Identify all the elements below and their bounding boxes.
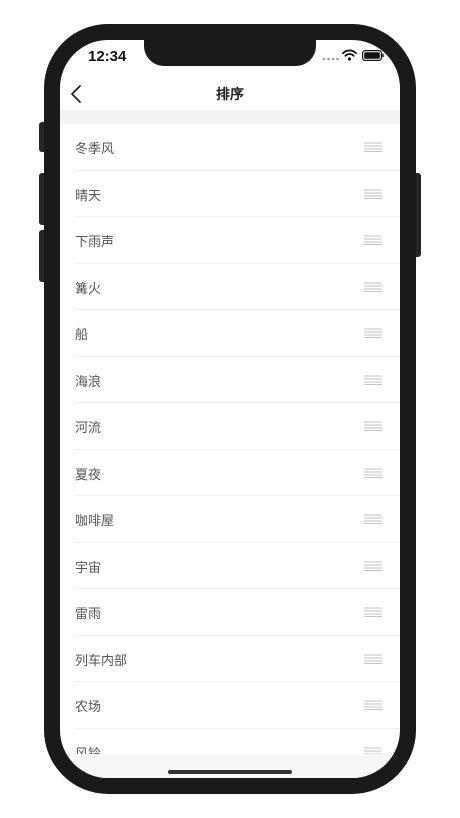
drag-handle-icon[interactable]: [364, 607, 382, 617]
list-item[interactable]: 下雨声: [74, 217, 400, 264]
drag-handle-icon[interactable]: [364, 375, 382, 385]
list-item-label: 风铃: [75, 746, 102, 755]
list-item-label: 海浪: [75, 374, 102, 390]
list-item-label: 下雨声: [75, 235, 115, 250]
drag-handle-icon[interactable]: [364, 142, 382, 152]
drag-handle-icon[interactable]: [364, 328, 382, 338]
page: 12:34 排序 冬季风 晴天 下雨声 篝火 船 海浪 河流 夏夜 咖啡屋 宇宙…: [0, 0, 460, 818]
page-title: 排序: [216, 87, 244, 103]
home-indicator[interactable]: [168, 770, 292, 774]
list-item-label: 农场: [75, 700, 102, 715]
list-item-label: 咖啡屋: [75, 514, 115, 529]
list-item-label: 船: [75, 328, 89, 343]
list-item[interactable]: 农场: [74, 682, 400, 729]
wifi-icon: [342, 49, 357, 61]
notch: [144, 40, 316, 66]
drag-handle-icon[interactable]: [364, 189, 382, 199]
list-item[interactable]: 船: [74, 310, 400, 357]
drag-handle-icon[interactable]: [364, 561, 382, 571]
drag-handle-icon[interactable]: [364, 235, 382, 245]
signal-icon: [322, 57, 339, 61]
list-item[interactable]: 海浪: [74, 357, 400, 403]
drag-handle-icon[interactable]: [364, 654, 382, 664]
nav-bar: 排序: [60, 78, 400, 112]
list-item-label: 冬季风: [75, 142, 115, 157]
list-item-label: 夏夜: [75, 467, 102, 483]
status-time: 12:34: [88, 48, 127, 65]
list-item[interactable]: 列车内部: [74, 636, 400, 682]
sort-list: 冬季风晴天下雨声篝火船海浪河流夏夜咖啡屋宇宙雷雨列车内部农场风铃: [60, 124, 400, 754]
screen: 12:34 排序 冬季风 晴天 下雨声 篝火 船 海浪 河流 夏夜 咖啡屋 宇宙…: [60, 40, 400, 778]
list-item[interactable]: 晴天: [74, 171, 400, 217]
drag-handle-icon[interactable]: [364, 282, 382, 292]
drag-handle-icon[interactable]: [364, 747, 382, 755]
list-item[interactable]: 河流: [74, 403, 400, 450]
list-item[interactable]: 宇宙: [74, 543, 400, 589]
list-item[interactable]: 夏夜: [74, 450, 400, 496]
list-item-label: 宇宙: [75, 560, 102, 576]
list-item-label: 河流: [75, 421, 102, 436]
phone-frame: 12:34 排序 冬季风 晴天 下雨声 篝火 船 海浪 河流 夏夜 咖啡屋 宇宙…: [44, 24, 416, 794]
list-item[interactable]: 冬季风: [74, 124, 400, 171]
list-item[interactable]: 风铃: [74, 729, 400, 755]
list-item[interactable]: 咖啡屋: [74, 496, 400, 543]
drag-handle-icon[interactable]: [364, 514, 382, 524]
list-item[interactable]: 篝火: [74, 264, 400, 310]
list-item-label: 雷雨: [75, 607, 102, 622]
battery-icon: [362, 50, 384, 61]
drag-handle-icon[interactable]: [364, 700, 382, 710]
list-item[interactable]: 雷雨: [74, 589, 400, 636]
list-item-label: 晴天: [75, 188, 102, 204]
header-divider: [60, 110, 400, 124]
list-item-label: 列车内部: [75, 653, 128, 669]
drag-handle-icon[interactable]: [364, 421, 382, 431]
list-item-label: 篝火: [75, 281, 102, 297]
drag-handle-icon[interactable]: [364, 468, 382, 478]
bottom-band: [60, 754, 400, 778]
